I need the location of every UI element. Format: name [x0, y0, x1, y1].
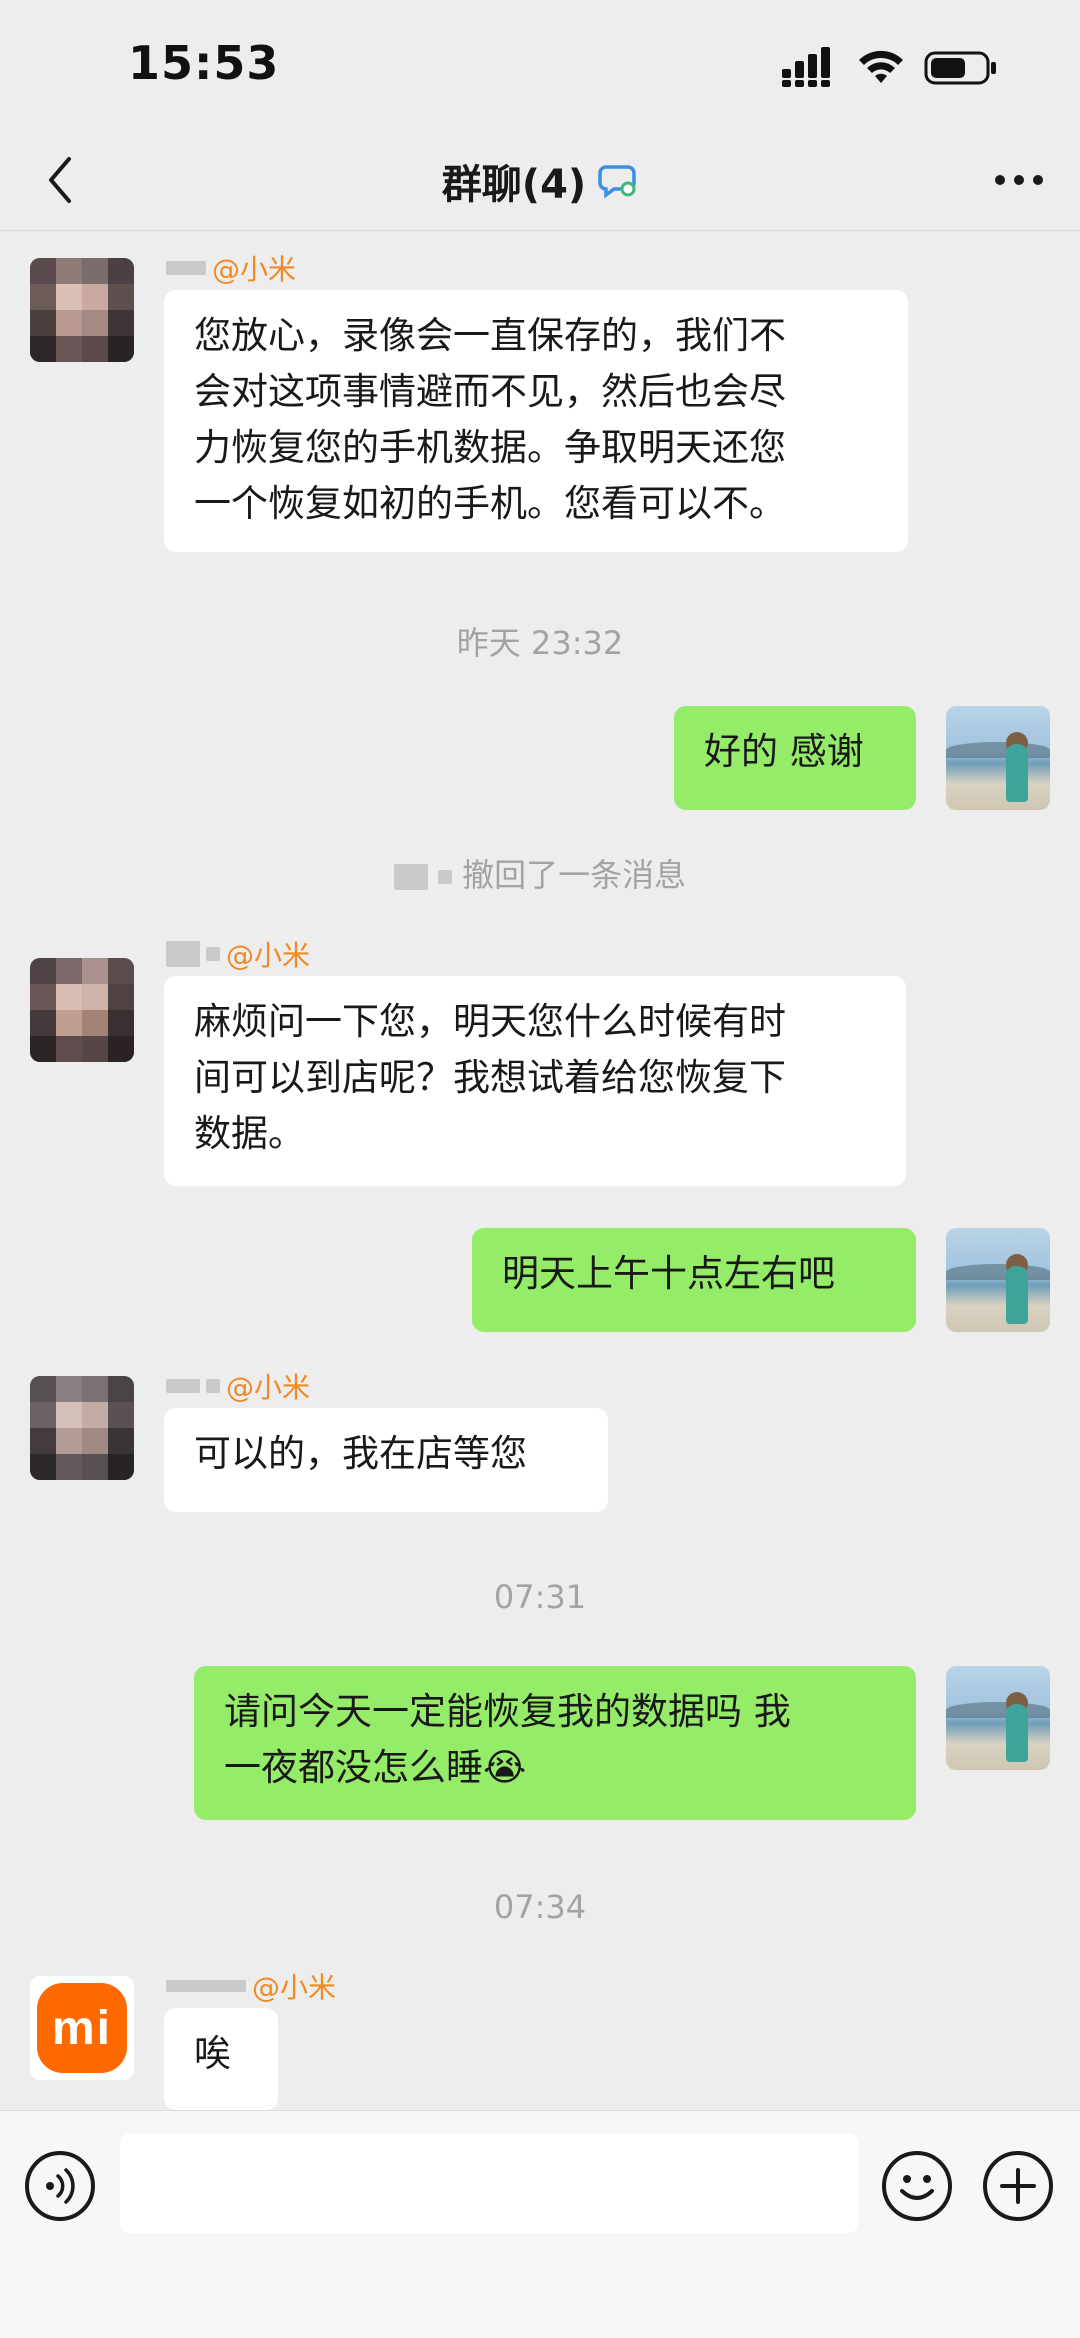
message-bubble[interactable]: 可以的，我在店等您: [164, 1408, 608, 1512]
plus-icon: [1000, 2168, 1036, 2204]
chat-area: @小米 您放心，录像会一直保存的，我们不 会对这项事情避而不见，然后也会尽 力恢…: [0, 0, 1080, 2337]
message-line: 您放心，录像会一直保存的，我们不: [194, 314, 786, 357]
timestamp: 07:34: [493, 1888, 587, 1926]
message-line: 间可以到店呢？我想试着给您恢复下: [194, 1056, 786, 1099]
voice-icon: [46, 2168, 75, 2204]
my-avatar[interactable]: [946, 706, 1050, 810]
avatar[interactable]: [30, 258, 134, 362]
message-bubble[interactable]: 麻烦问一下您，明天您什么时候有时 间可以到店呢？我想试着给您恢复下 数据。: [164, 976, 906, 1186]
message-bubble[interactable]: 您放心，录像会一直保存的，我们不 会对这项事情避而不见，然后也会尽 力恢复您的手…: [164, 290, 908, 552]
xiaomi-logo-icon: mi: [37, 1983, 127, 2073]
message-input[interactable]: [120, 2133, 858, 2233]
timestamp: 昨天 23:32: [456, 624, 624, 662]
message-line: 一夜都没怎么睡😭: [224, 1746, 527, 1789]
message-bubble-sent[interactable]: 请问今天一定能恢复我的数据吗 我 一夜都没怎么睡😭: [194, 1666, 916, 1820]
sender-name: @小米: [166, 934, 310, 974]
sender-label: @小米: [226, 1371, 311, 1404]
message-line: 数据。: [194, 1112, 305, 1155]
my-avatar[interactable]: [946, 1228, 1050, 1332]
message-line: 明天上午十点左右吧: [502, 1252, 835, 1295]
sender-name: @小米: [166, 1966, 336, 2006]
input-bar: [0, 2110, 1080, 2338]
message-line: 请问今天一定能恢复我的数据吗 我: [224, 1690, 791, 1733]
avatar-xiaomi[interactable]: mi: [30, 1976, 134, 2080]
emoji-icon: [900, 2175, 934, 2200]
my-avatar[interactable]: [946, 1666, 1050, 1770]
voice-button[interactable]: [25, 2151, 95, 2221]
message-line: 麻烦问一下您，明天您什么时候有时: [194, 1000, 786, 1043]
sender-label: @小米: [252, 1971, 337, 2004]
message-line: 好的 感谢: [704, 730, 864, 773]
message-line: 唉: [194, 2032, 231, 2075]
timestamp: 07:31: [493, 1578, 587, 1616]
recall-notice: 撤回了一条消息: [462, 856, 687, 894]
message-line: 一个恢复如初的手机。您看可以不。: [194, 482, 786, 525]
sender-name: @小米: [166, 1366, 310, 1406]
system-message: 撤回了一条消息: [0, 850, 1080, 896]
message-bubble[interactable]: 唉: [164, 2008, 278, 2110]
message-bubble-sent[interactable]: 明天上午十点左右吧: [472, 1228, 916, 1332]
message-line: 可以的，我在店等您: [194, 1432, 527, 1475]
emoji-button[interactable]: [882, 2151, 952, 2221]
sender-name: @小米: [166, 248, 296, 288]
plus-button[interactable]: [983, 2151, 1053, 2221]
avatar[interactable]: [30, 958, 134, 1062]
sender-label: @小米: [212, 253, 297, 286]
message-bubble-sent[interactable]: 好的 感谢: [674, 706, 916, 810]
message-line: 力恢复您的手机数据。争取明天还您: [194, 426, 786, 469]
message-line: 会对这项事情避而不见，然后也会尽: [194, 370, 786, 413]
avatar[interactable]: [30, 1376, 134, 1480]
sender-label: @小米: [226, 939, 311, 972]
